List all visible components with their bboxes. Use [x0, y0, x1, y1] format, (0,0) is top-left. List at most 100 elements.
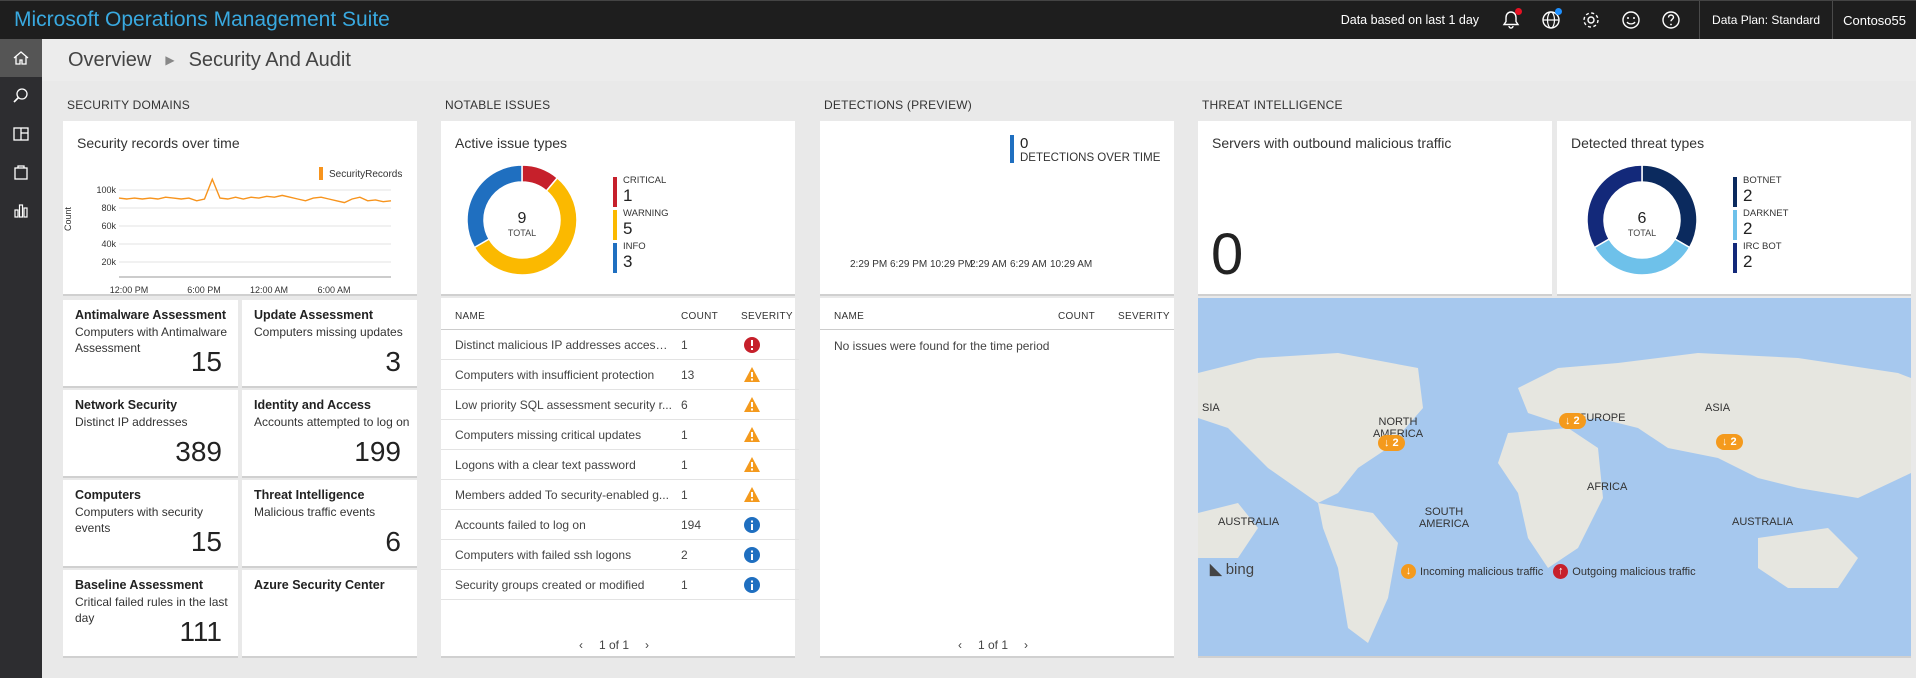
domain-tile[interactable]: Identity and Access Accounts attempted t…: [242, 390, 417, 478]
view-designer-icon[interactable]: [0, 115, 42, 153]
pager-next-icon[interactable]: ›: [645, 638, 649, 652]
pager-prev-icon[interactable]: ‹: [579, 638, 583, 652]
app-title[interactable]: Microsoft Operations Management Suite: [14, 8, 390, 32]
tile-title: Update Assessment: [254, 308, 374, 322]
map-label-europe: EUROPE: [1579, 412, 1626, 424]
workspace-name[interactable]: Contoso55: [1833, 13, 1916, 28]
row-name: Computers with insufficient protection: [455, 368, 655, 382]
help-icon[interactable]: [1651, 1, 1691, 39]
outgoing-arrow-icon: ↑: [1553, 564, 1569, 579]
legend-value: 3: [623, 252, 633, 271]
data-range-label[interactable]: Data based on last 1 day: [1341, 13, 1479, 27]
breadcrumb-overview[interactable]: Overview: [68, 49, 151, 72]
solutions-gallery-icon[interactable]: [0, 153, 42, 191]
row-name: Low priority SQL assessment security r..…: [455, 398, 672, 412]
active-issue-types-title: Active issue types: [455, 135, 568, 151]
servers-outbound-value: 0: [1211, 222, 1244, 287]
column-header-count[interactable]: COUNT: [681, 311, 718, 322]
det-column-header-severity[interactable]: SEVERITY: [1118, 311, 1170, 322]
donut-slice-darknet[interactable]: [1593, 237, 1691, 275]
security-records-card[interactable]: Security records over time SecurityRecor…: [63, 121, 417, 296]
detected-threat-types-card[interactable]: Detected threat types 6 TOTAL BOTNET 2 D…: [1557, 121, 1911, 296]
detections-empty-message: No issues were found for the time period: [834, 339, 1050, 353]
active-issue-types-card[interactable]: Active issue types 9 TOTAL CRITICAL 1 WA…: [441, 121, 795, 296]
issues-legend: CRITICAL 1 WARNING 5 INFO 3: [613, 176, 669, 275]
settings-gear-icon[interactable]: [1571, 1, 1611, 39]
domain-tile[interactable]: Update Assessment Computers missing upda…: [242, 300, 417, 388]
incoming-traffic-pin[interactable]: ↓ 2: [1716, 434, 1743, 450]
domain-tile[interactable]: Network Security Distinct IP addresses 3…: [63, 390, 238, 478]
column-header-name[interactable]: NAME: [455, 311, 485, 322]
table-row[interactable]: Accounts failed to log on 194: [441, 510, 799, 540]
tile-value: 3: [385, 346, 401, 377]
domain-tile[interactable]: Computers Computers with security events…: [63, 480, 238, 568]
domain-tile[interactable]: Baseline Assessment Critical failed rule…: [63, 570, 238, 658]
table-row[interactable]: Computers with insufficient protection 1…: [441, 360, 799, 390]
tile-title: Baseline Assessment: [75, 578, 204, 592]
row-count: 6: [681, 398, 688, 412]
chevron-right-icon: ▶: [165, 53, 175, 67]
top-bar: Microsoft Operations Management Suite Da…: [0, 0, 1916, 39]
row-name: Logons with a clear text password: [455, 458, 636, 472]
table-row[interactable]: Distinct malicious IP addresses accessed…: [441, 330, 799, 360]
table-row[interactable]: Security groups created or modified 1: [441, 570, 799, 600]
domain-tile[interactable]: Antimalware Assessment Computers with An…: [63, 300, 238, 388]
legend-item[interactable]: CRITICAL 1: [613, 176, 669, 209]
domain-tile[interactable]: Threat Intelligence Malicious traffic ev…: [242, 480, 417, 568]
data-plan-label[interactable]: Data Plan: Standard: [1700, 13, 1832, 27]
severity-info-icon: [743, 546, 761, 564]
table-row[interactable]: Members added To security-enabled g... 1: [441, 480, 799, 510]
legend-outgoing-label: Outgoing malicious traffic: [1572, 565, 1696, 578]
column-header-severity[interactable]: SEVERITY: [741, 311, 793, 322]
severity-info-icon: [743, 576, 761, 594]
threat-total-value: 6: [1637, 210, 1647, 227]
row-count: 13: [681, 368, 695, 382]
log-search-icon[interactable]: [0, 77, 42, 115]
det-pager-next-icon[interactable]: ›: [1024, 638, 1028, 652]
x-tick-label: 6:29 AM: [1010, 259, 1047, 270]
legend-swatch: [1733, 177, 1737, 207]
legend-swatch: [613, 243, 617, 273]
legend-item[interactable]: DARKNET 2: [1733, 209, 1788, 242]
legend-value: 2: [1743, 186, 1753, 205]
x-tick-label: 10:29 PM: [930, 259, 973, 270]
detections-over-time-card[interactable]: 0 DETECTIONS OVER TIME 2:29 PM 6:29 PM 10:…: [820, 121, 1174, 296]
incoming-traffic-pin[interactable]: ↓ 2: [1378, 435, 1405, 451]
tile-subtitle: Computers missing updates: [254, 325, 403, 339]
table-row[interactable]: Computers with failed ssh logons 2: [441, 540, 799, 570]
tile-subtitle: Malicious traffic events: [254, 505, 376, 519]
legend-swatch: [1733, 210, 1737, 240]
tile-value: 15: [190, 526, 222, 557]
x-tick-label: 12:00 AM: [250, 285, 288, 295]
servers-outbound-title: Servers with outbound malicious traffic: [1212, 135, 1452, 151]
servers-outbound-card[interactable]: Servers with outbound malicious traffic …: [1198, 121, 1552, 296]
row-name: Computers with failed ssh logons: [455, 548, 632, 562]
table-row[interactable]: Computers missing critical updates 1: [441, 420, 799, 450]
usage-chart-icon[interactable]: [0, 191, 42, 229]
legend-swatch: [1733, 243, 1737, 273]
legend-item[interactable]: WARNING 5: [613, 209, 669, 242]
legend-item[interactable]: INFO 3: [613, 242, 669, 275]
detections-table: NAME COUNT SEVERITY No issues were found…: [820, 298, 1174, 658]
legend-item[interactable]: BOTNET 2: [1733, 176, 1788, 209]
det-column-header-name[interactable]: NAME: [834, 311, 864, 322]
det-column-header-count[interactable]: COUNT: [1058, 311, 1095, 322]
legend-label: INFO: [623, 241, 646, 252]
detected-threat-types-title: Detected threat types: [1571, 135, 1705, 151]
feedback-smiley-icon[interactable]: [1611, 1, 1651, 39]
domain-tile[interactable]: Azure Security Center: [242, 570, 417, 658]
incoming-traffic-pin[interactable]: ↓ 2: [1559, 413, 1586, 429]
threat-map[interactable]: SIA NORTH AMERICA EUROPE ASIA AFRICA SOU…: [1198, 298, 1911, 658]
table-row[interactable]: Low priority SQL assessment security r..…: [441, 390, 799, 420]
legend-item[interactable]: IRC BOT 2: [1733, 242, 1788, 275]
home-icon[interactable]: [0, 39, 42, 77]
x-tick-label: 2:29 AM: [970, 259, 1007, 270]
tile-value: 199: [354, 436, 401, 467]
notifications-icon[interactable]: [1491, 1, 1531, 39]
globe-icon[interactable]: [1531, 1, 1571, 39]
table-row[interactable]: Logons with a clear text password 1: [441, 450, 799, 480]
breadcrumb-current: Security And Audit: [188, 48, 351, 71]
legend-swatch: [613, 177, 617, 207]
section-title-detections: DETECTIONS (PREVIEW): [824, 98, 973, 112]
det-pager-prev-icon[interactable]: ‹: [958, 638, 962, 652]
